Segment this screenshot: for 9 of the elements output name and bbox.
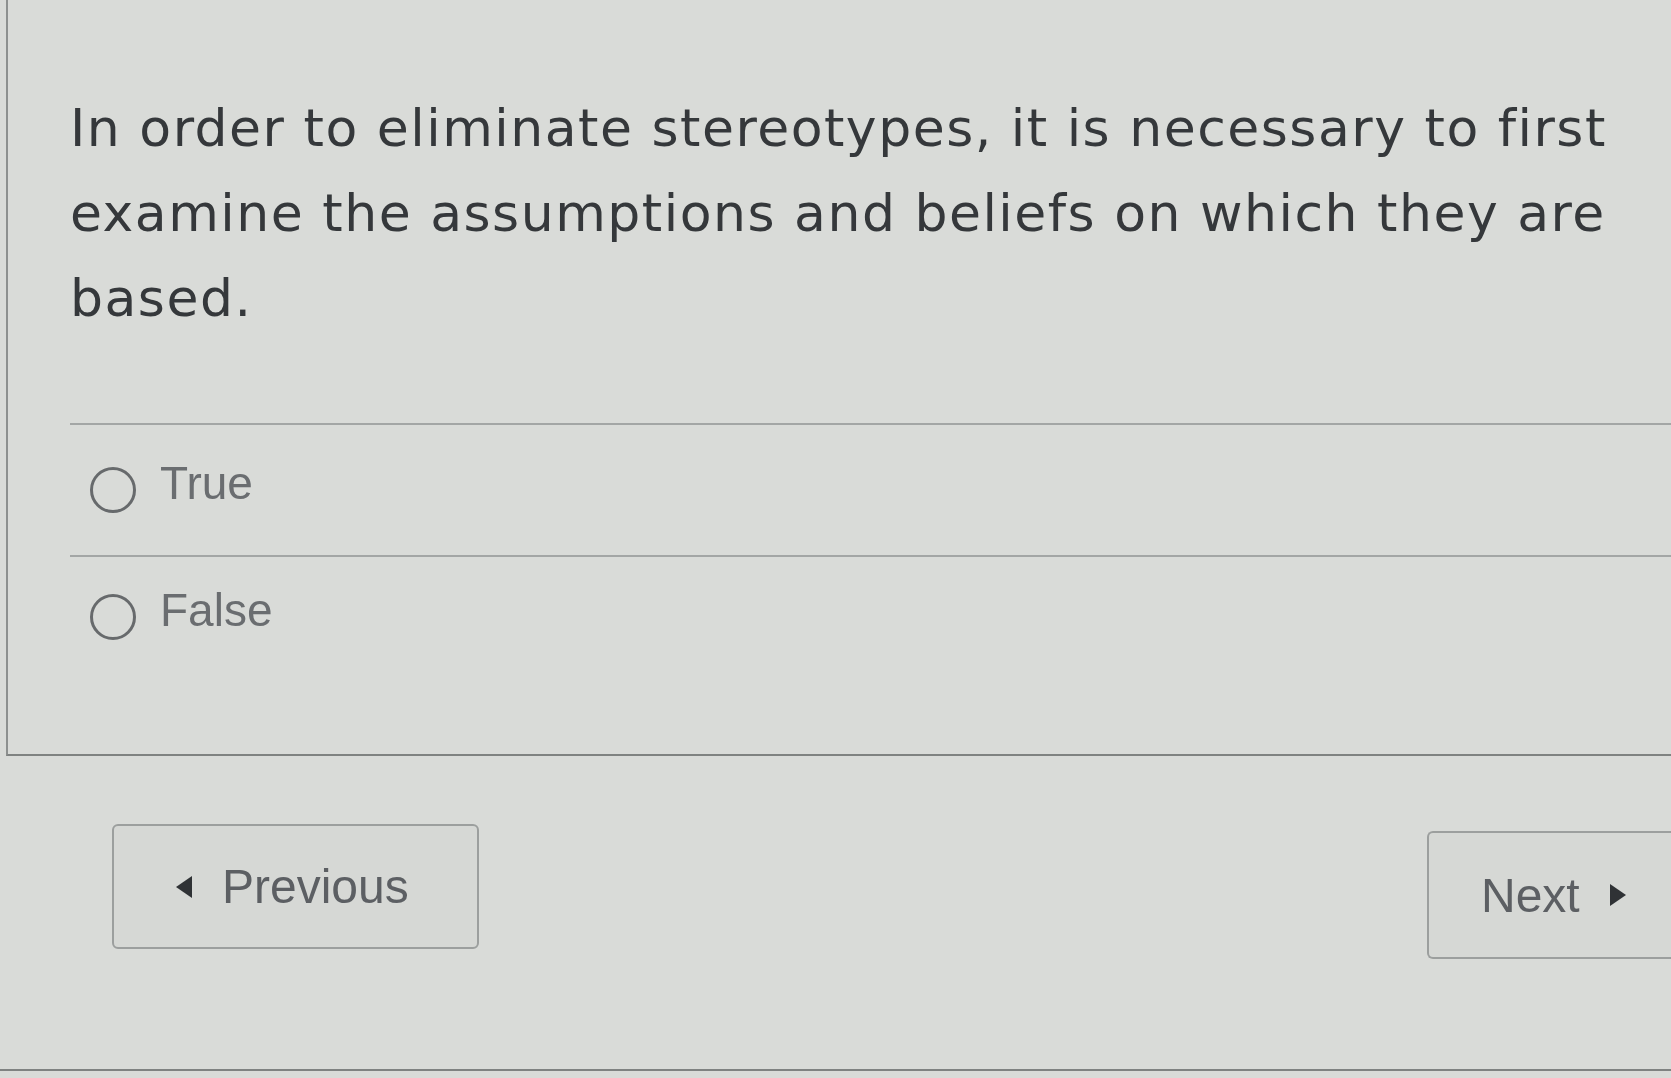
option-label: False: [160, 587, 273, 633]
previous-button[interactable]: Previous: [112, 824, 479, 949]
question-text: In order to eliminate stereotypes, it is necessary to first examine the assumptions and beliefs on which they are based.: [70, 97, 1608, 330]
caret-left-icon: [176, 875, 192, 898]
radio-button[interactable]: [90, 467, 136, 513]
option-label: True: [160, 460, 253, 506]
radio-button[interactable]: [90, 594, 136, 640]
next-button[interactable]: Next: [1427, 831, 1671, 959]
caret-right-icon: [1609, 884, 1626, 906]
